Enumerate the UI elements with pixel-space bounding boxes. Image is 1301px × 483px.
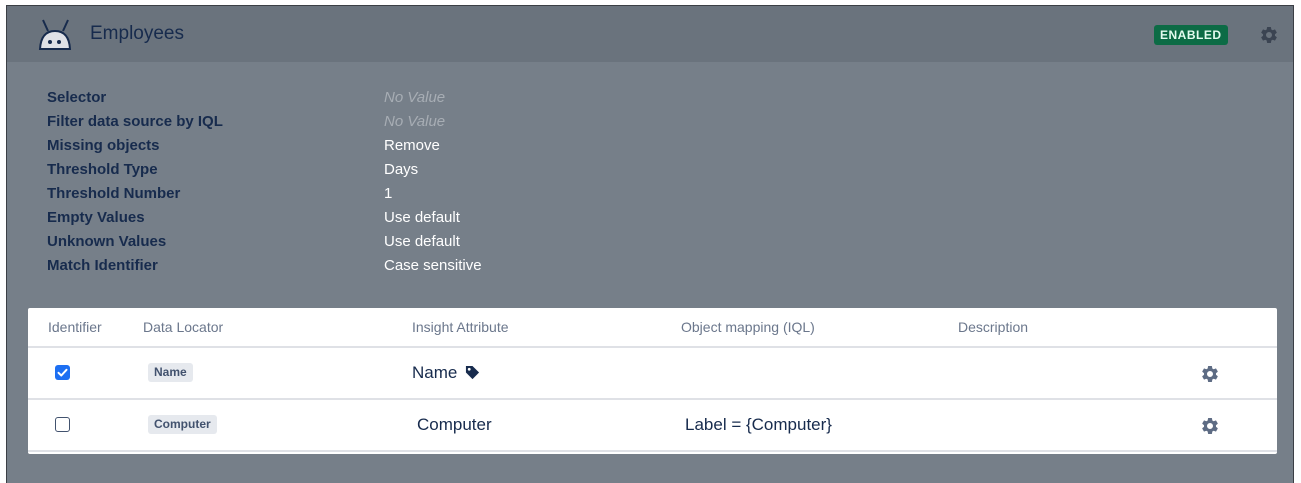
property-value: Case sensitive xyxy=(384,257,482,274)
divider xyxy=(28,450,1277,452)
property-value: No Value xyxy=(384,113,446,130)
robot-icon xyxy=(38,19,72,50)
gear-icon[interactable] xyxy=(1259,25,1279,45)
property-value: Use default xyxy=(384,209,460,226)
property-label: Unknown Values xyxy=(47,233,167,250)
checkmark-icon xyxy=(57,368,68,377)
tag-icon xyxy=(465,365,480,380)
column-header-data-locator: Data Locator xyxy=(143,319,224,335)
data-locator-chip: Computer xyxy=(148,415,217,434)
property-value: Use default xyxy=(384,233,460,250)
page-title: Employees xyxy=(90,23,184,44)
row-gear-icon[interactable] xyxy=(1200,364,1220,384)
property-label: Threshold Type xyxy=(47,161,158,178)
property-value: Remove xyxy=(384,137,440,154)
object-mapping-value: Label = {Computer} xyxy=(685,415,832,434)
insight-attribute-label: Name xyxy=(412,363,458,382)
insight-attribute-label: Computer xyxy=(417,415,492,434)
data-locator-chip: Name xyxy=(148,363,193,382)
row-gear-icon[interactable] xyxy=(1200,416,1220,436)
column-header-description: Description xyxy=(958,319,1029,335)
column-header-insight-attribute: Insight Attribute xyxy=(412,319,509,335)
identifier-checkbox[interactable] xyxy=(55,417,70,432)
column-header-identifier: Identifier xyxy=(48,319,102,335)
property-value: 1 xyxy=(384,185,393,202)
mapping-panel: Employees ENABLED Selector No Value Filt… xyxy=(6,5,1294,483)
property-label: Threshold Number xyxy=(47,185,181,202)
status-badge: ENABLED xyxy=(1154,25,1228,45)
property-value: Days xyxy=(384,161,419,178)
panel-header: Employees ENABLED xyxy=(7,6,1293,62)
property-label: Selector xyxy=(47,89,107,106)
column-header-object-mapping: Object mapping (IQL) xyxy=(681,319,815,335)
table-row: Name Name xyxy=(28,348,1277,400)
property-label: Match Identifier xyxy=(47,257,158,274)
table-row: Computer Computer Label = {Computer} xyxy=(28,400,1277,452)
property-label: Filter data source by IQL xyxy=(47,113,223,130)
property-value: No Value xyxy=(384,89,446,106)
property-label: Missing objects xyxy=(47,137,160,154)
property-label: Empty Values xyxy=(47,209,145,226)
attribute-mapping-table: Identifier Data Locator Insight Attribut… xyxy=(28,308,1277,454)
identifier-checkbox[interactable] xyxy=(55,365,70,380)
